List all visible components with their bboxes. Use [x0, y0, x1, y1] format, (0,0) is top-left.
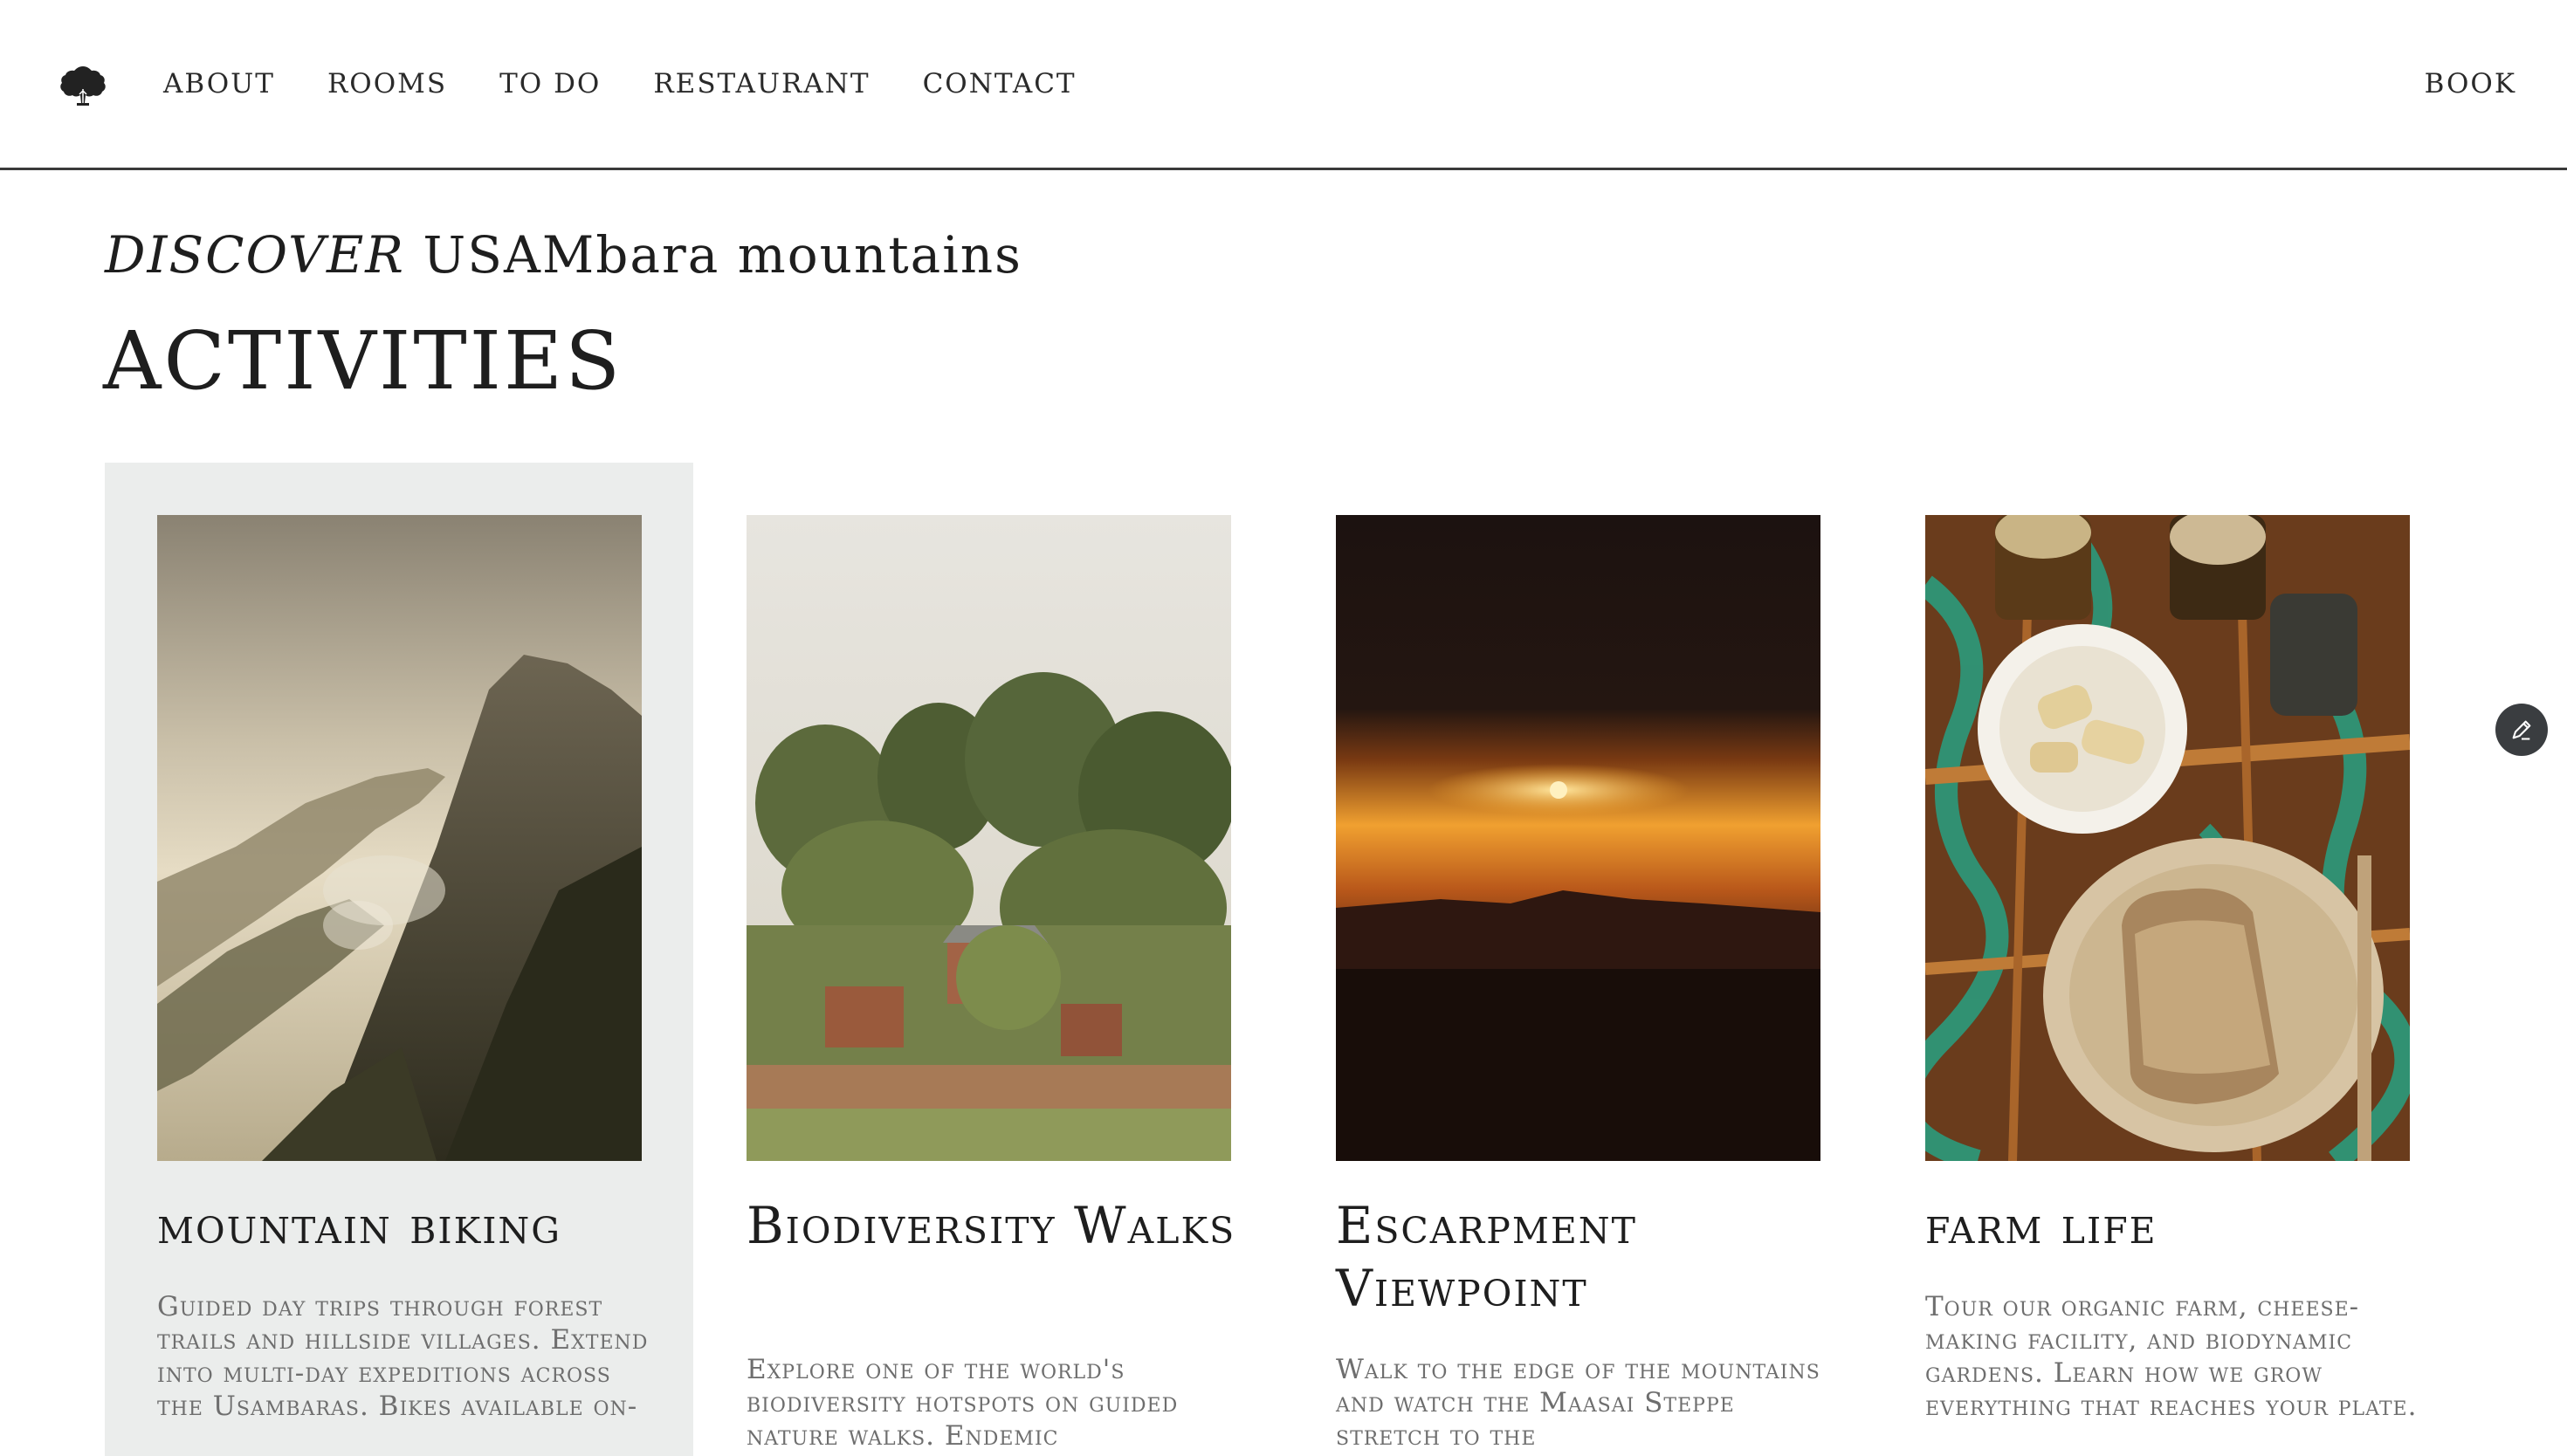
subtitle-rest: USAMbara mountains	[404, 225, 1022, 285]
activity-card-escarpment-viewpoint[interactable]: Escarpment Viewpoint Walk to the edge of…	[1284, 463, 1872, 1456]
tree-logo-icon[interactable]	[58, 63, 108, 106]
book-button[interactable]: BOOK	[2425, 68, 2516, 100]
main-nav: ABOUT ROOMS TO DO RESTAURANT CONTACT	[163, 68, 1077, 100]
subtitle-italic: DISCOVER	[105, 225, 405, 285]
pencil-icon	[2509, 718, 2534, 742]
activity-title: farm life	[1925, 1196, 2158, 1255]
nav-item-rooms[interactable]: ROOMS	[327, 68, 447, 100]
nav-item-restaurant[interactable]: RESTAURANT	[653, 68, 870, 100]
nav-item-about[interactable]: ABOUT	[163, 68, 275, 100]
activity-title: Escarpment Viewpoint	[1336, 1196, 1637, 1318]
farm-table-photo	[1925, 515, 2410, 1161]
activity-title: Biodiversity Walks	[747, 1196, 1236, 1255]
site-header: ABOUT ROOMS TO DO RESTAURANT CONTACT BOO…	[0, 0, 2567, 170]
edit-button[interactable]	[2495, 704, 2548, 756]
page-subtitle: DISCOVER USAMbara mountains	[105, 225, 1022, 285]
activity-card-mountain-biking[interactable]: mountain biking Guided day trips through…	[105, 463, 693, 1456]
page-title: ACTIVITIES	[103, 314, 623, 408]
sunset-photo	[1336, 515, 1820, 1161]
activity-description: Explore one of the world's biodiversity …	[747, 1354, 1179, 1452]
activity-card-farm-life[interactable]: farm life Tour our organic farm, cheese-…	[1873, 463, 2461, 1456]
nav-item-to-do[interactable]: TO DO	[499, 68, 601, 100]
mountain-photo	[157, 515, 642, 1161]
activity-title: mountain biking	[157, 1196, 562, 1255]
village-photo	[747, 515, 1231, 1161]
activity-description: Walk to the edge of the mountains and wa…	[1336, 1354, 1820, 1452]
activity-description: Guided day trips through forest trails a…	[157, 1291, 649, 1422]
nav-item-contact[interactable]: CONTACT	[923, 68, 1077, 100]
activity-description: Tour our organic farm, cheese-making fac…	[1925, 1291, 2418, 1422]
activity-card-biodiversity-walks[interactable]: Biodiversity Walks Explore one of the wo…	[694, 463, 1283, 1456]
